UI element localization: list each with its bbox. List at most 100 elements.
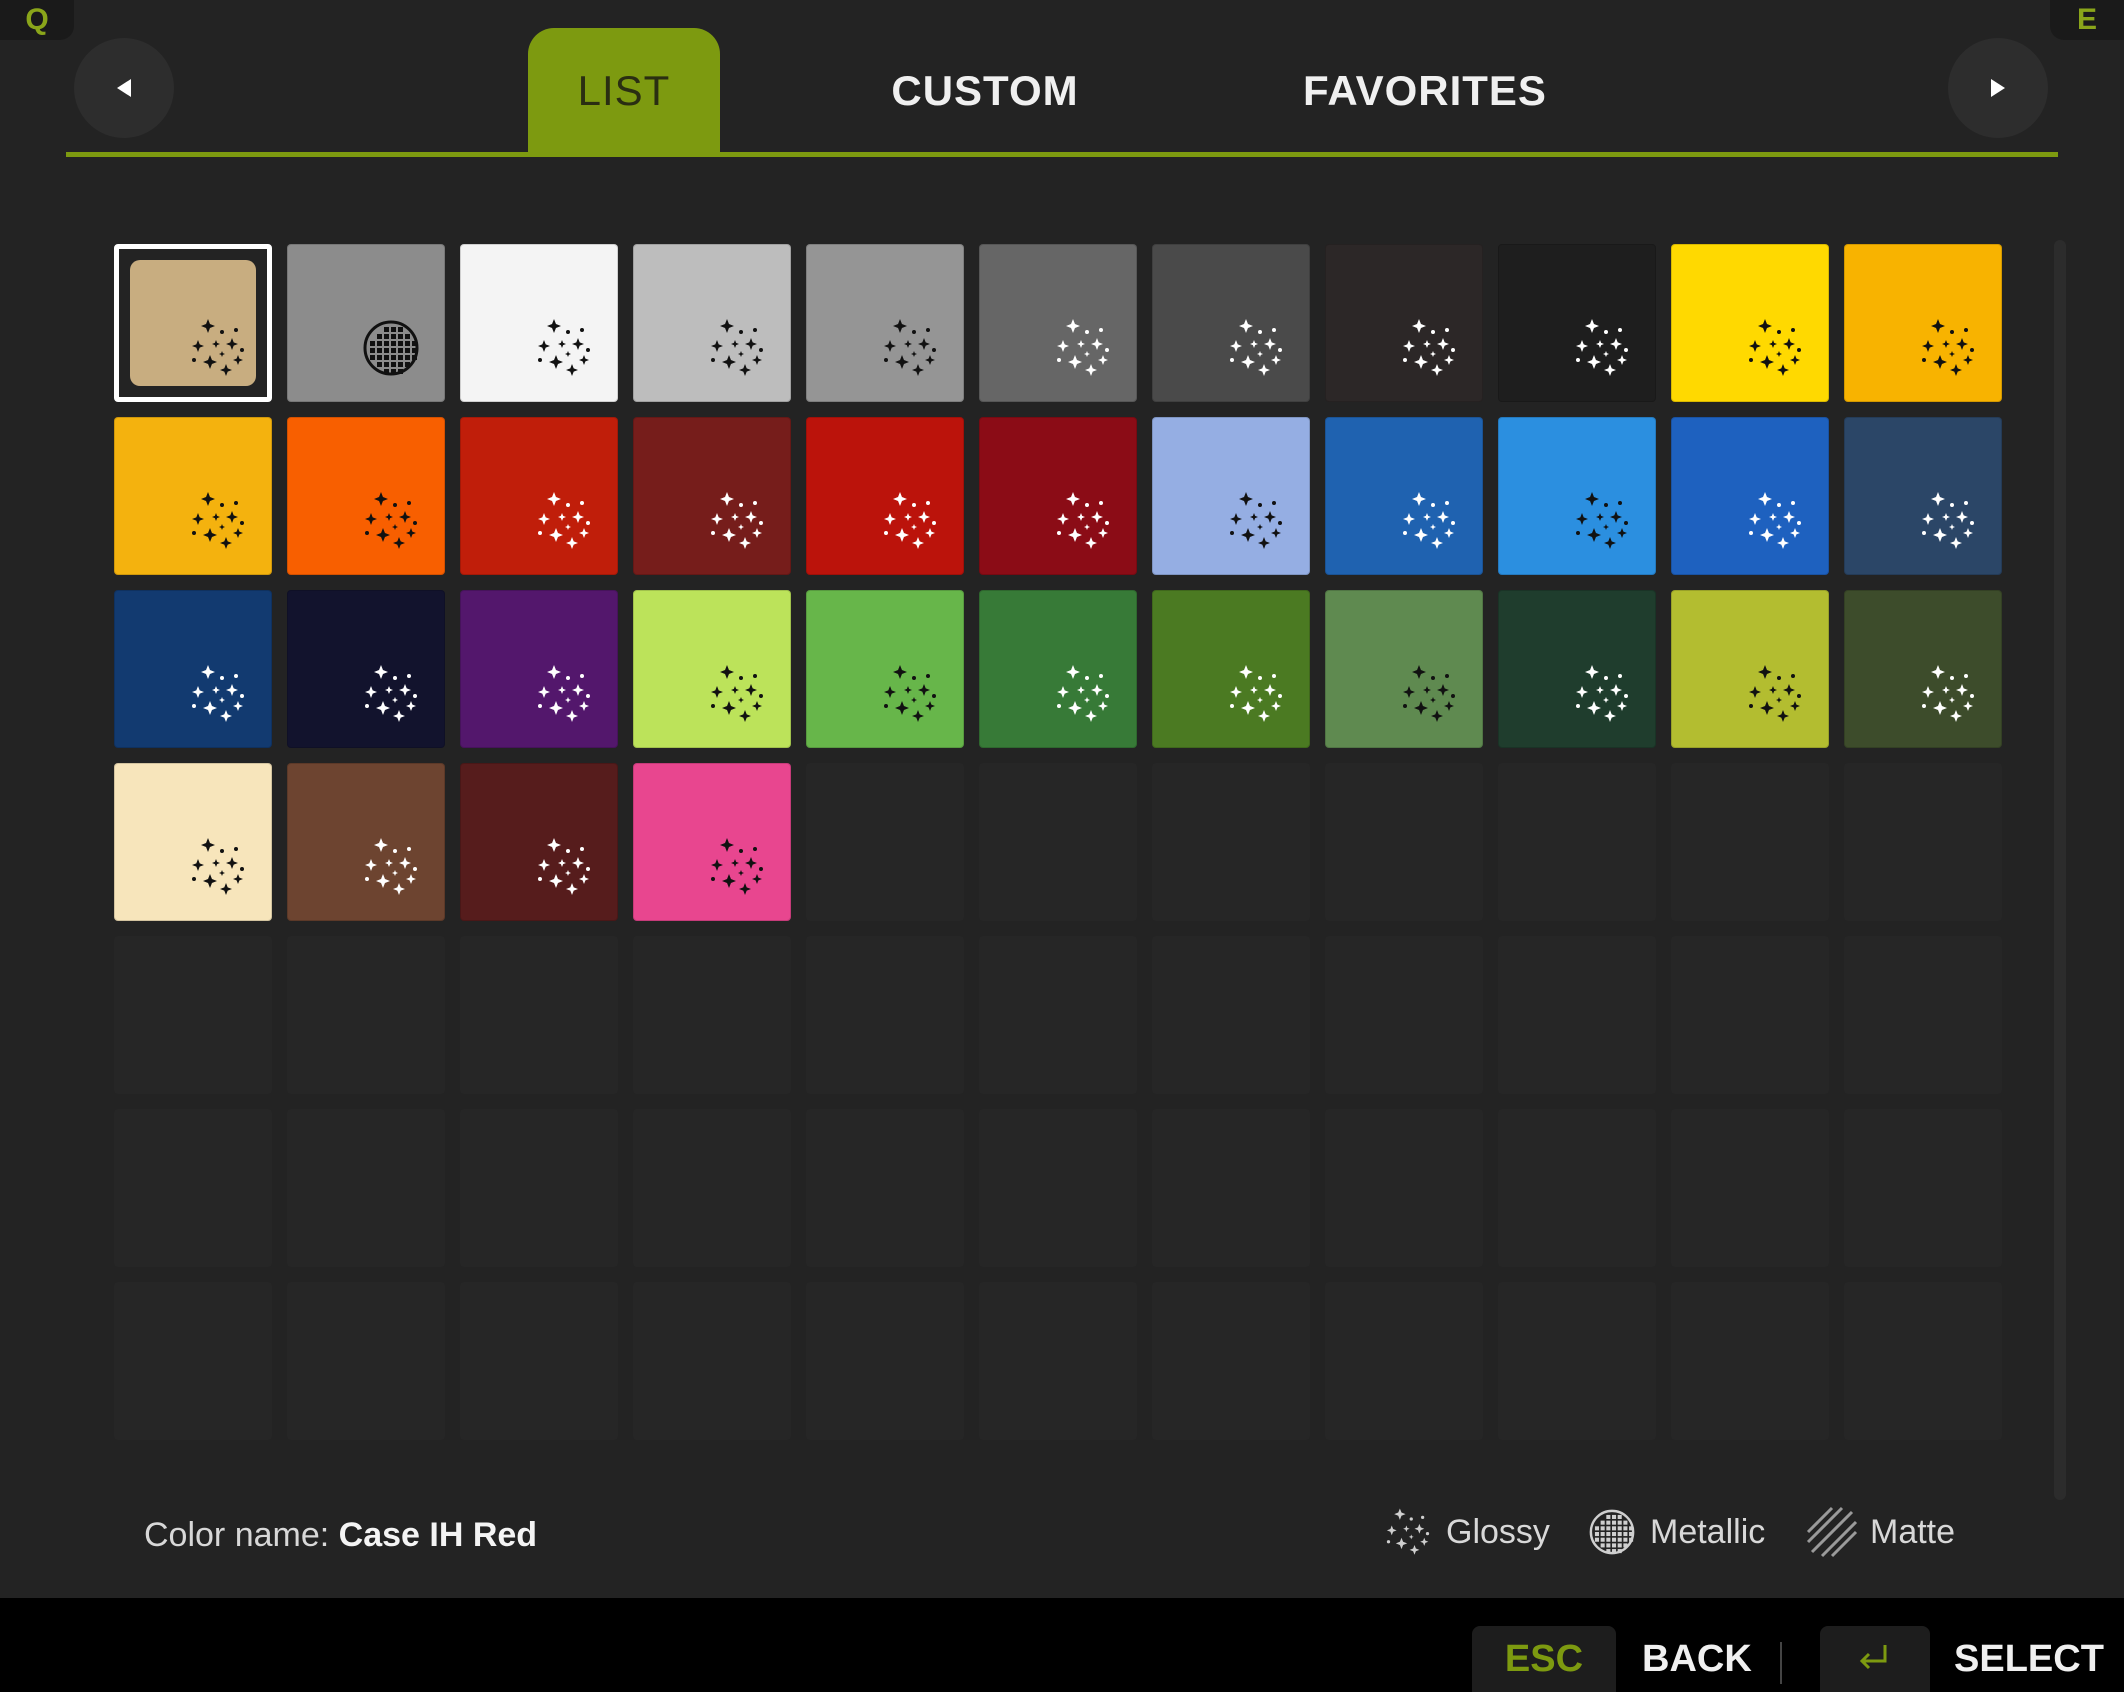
color-swatch[interactable] [287, 244, 445, 402]
color-swatch[interactable] [979, 244, 1137, 402]
glossy-icon [359, 662, 423, 726]
color-swatch-grid [114, 244, 2002, 1440]
previous-tab-button[interactable] [74, 38, 174, 138]
empty-swatch-slot [1671, 763, 1829, 921]
empty-swatch-slot [1844, 1282, 2002, 1440]
grid-scrollbar[interactable] [2054, 240, 2066, 1500]
color-swatch[interactable] [633, 417, 791, 575]
color-swatch[interactable] [1844, 417, 2002, 575]
next-tab-button[interactable] [1948, 38, 2048, 138]
color-swatch[interactable] [806, 590, 964, 748]
glossy-icon [878, 662, 942, 726]
empty-swatch-slot [633, 1109, 791, 1267]
glossy-icon [1051, 316, 1115, 380]
glossy-icon [1224, 316, 1288, 380]
color-swatch[interactable] [460, 244, 618, 402]
color-swatch[interactable] [1325, 417, 1483, 575]
legend-glossy: Glossy [1382, 1506, 1550, 1558]
color-swatch[interactable] [633, 590, 791, 748]
color-swatch[interactable] [114, 763, 272, 921]
color-swatch[interactable] [287, 590, 445, 748]
arrow-left-icon [117, 79, 131, 97]
color-swatch[interactable] [460, 763, 618, 921]
matte-icon [1806, 1506, 1858, 1558]
color-swatch[interactable] [1671, 417, 1829, 575]
tab-list[interactable]: LIST [528, 28, 720, 154]
glossy-icon [532, 835, 596, 899]
enter-key-icon [1859, 1645, 1887, 1670]
empty-swatch-slot [114, 1282, 272, 1440]
empty-swatch-slot [1498, 763, 1656, 921]
color-swatch[interactable] [1498, 590, 1656, 748]
glossy-icon [359, 835, 423, 899]
empty-swatch-slot [287, 1109, 445, 1267]
footer-bar: ESC BACK SELECT [0, 1598, 2124, 1692]
empty-swatch-slot [460, 936, 618, 1094]
empty-swatch-slot [979, 763, 1137, 921]
color-swatch[interactable] [114, 590, 272, 748]
color-swatch[interactable] [979, 590, 1137, 748]
empty-swatch-slot [1152, 936, 1310, 1094]
color-name-value: Case IH Red [338, 1516, 538, 1554]
back-button[interactable]: BACK [1642, 1638, 1752, 1681]
color-name-display: Color name: Case IH Red [144, 1516, 537, 1555]
color-swatch[interactable] [1152, 590, 1310, 748]
empty-swatch-slot [114, 1109, 272, 1267]
color-swatch[interactable] [1498, 244, 1656, 402]
glossy-icon [1570, 316, 1634, 380]
color-swatch[interactable] [806, 417, 964, 575]
empty-swatch-slot [1844, 936, 2002, 1094]
tab-custom[interactable]: CUSTOM [860, 28, 1110, 154]
empty-swatch-slot [460, 1282, 618, 1440]
color-swatch[interactable] [1325, 590, 1483, 748]
color-swatch[interactable] [1152, 417, 1310, 575]
empty-swatch-slot [806, 1282, 964, 1440]
empty-swatch-slot [979, 1282, 1137, 1440]
glossy-icon [705, 662, 769, 726]
empty-swatch-slot [1498, 936, 1656, 1094]
arrow-right-icon [1991, 79, 2005, 97]
empty-swatch-slot [1498, 1109, 1656, 1267]
footer-separator [1780, 1642, 1782, 1684]
color-swatch[interactable] [114, 244, 272, 402]
color-swatch[interactable] [979, 417, 1137, 575]
empty-swatch-slot [1498, 1282, 1656, 1440]
glossy-icon [532, 662, 596, 726]
color-swatch[interactable] [287, 417, 445, 575]
select-button[interactable]: SELECT [1954, 1638, 2104, 1681]
legend-metallic: Metallic [1586, 1506, 1765, 1558]
color-swatch[interactable] [1844, 590, 2002, 748]
metallic-icon [1589, 1509, 1635, 1555]
empty-swatch-slot [1325, 763, 1483, 921]
glossy-icon [1051, 489, 1115, 553]
empty-swatch-slot [1325, 1282, 1483, 1440]
glossy-icon [1051, 662, 1115, 726]
glossy-icon [1570, 662, 1634, 726]
color-swatch[interactable] [633, 244, 791, 402]
color-swatch[interactable] [460, 417, 618, 575]
color-swatch[interactable] [460, 590, 618, 748]
color-swatch[interactable] [806, 244, 964, 402]
color-swatch[interactable] [1152, 244, 1310, 402]
empty-swatch-slot [1325, 1109, 1483, 1267]
glossy-icon [1397, 662, 1461, 726]
color-swatch[interactable] [1325, 244, 1483, 402]
glossy-icon [1916, 316, 1980, 380]
color-swatch[interactable] [287, 763, 445, 921]
empty-swatch-slot [1152, 1109, 1310, 1267]
legend-glossy-label: Glossy [1446, 1512, 1550, 1551]
color-swatch[interactable] [633, 763, 791, 921]
color-swatch[interactable] [1498, 417, 1656, 575]
enter-key[interactable] [1820, 1626, 1930, 1692]
color-swatch[interactable] [1844, 244, 2002, 402]
glossy-icon [1916, 662, 1980, 726]
esc-key[interactable]: ESC [1472, 1626, 1616, 1692]
empty-swatch-slot [460, 1109, 618, 1267]
color-swatch[interactable] [1671, 590, 1829, 748]
color-swatch[interactable] [114, 417, 272, 575]
empty-swatch-slot [979, 1109, 1137, 1267]
tab-favorites[interactable]: FAVORITES [1280, 28, 1570, 154]
empty-swatch-slot [114, 936, 272, 1094]
color-swatch[interactable] [1671, 244, 1829, 402]
glossy-icon [1224, 489, 1288, 553]
